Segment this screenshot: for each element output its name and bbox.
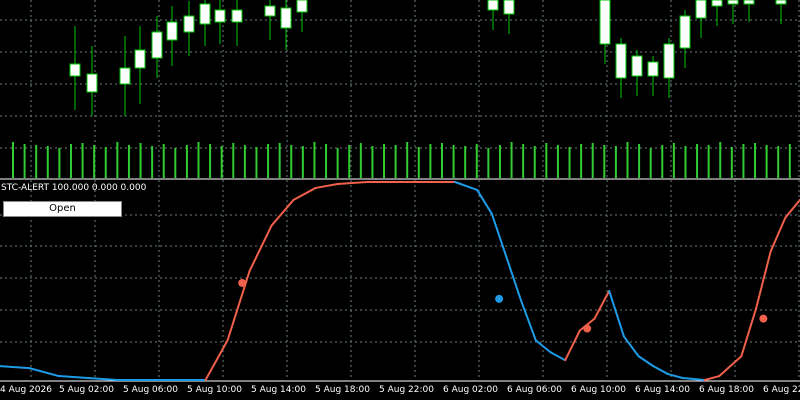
candle-body — [487, 0, 499, 11]
stc-line-segment — [784, 198, 800, 219]
candle-body — [711, 0, 723, 7]
time-axis-label: 5 Aug 10:00 — [187, 385, 242, 395]
candle-body — [296, 0, 308, 13]
stc-line-segment — [57, 375, 90, 380]
indicator-label: STC-ALERT 100.000 0.000 0.000 — [1, 183, 147, 193]
stc-line-segment — [740, 307, 758, 358]
candle-body — [647, 61, 659, 77]
stc-line-segment — [564, 329, 581, 362]
candle-body — [695, 0, 707, 19]
candle-body — [775, 0, 787, 5]
candle-body — [199, 3, 211, 25]
candle-body — [86, 73, 98, 93]
candle-body — [503, 0, 515, 15]
signal-marker — [495, 294, 504, 303]
time-axis-label: 5 Aug 02:00 — [59, 385, 114, 395]
stc-line-segment — [520, 299, 537, 342]
stc-line-segment — [637, 355, 655, 368]
time-axis-label: 5 Aug 22:00 — [379, 385, 434, 395]
stc-line-segment — [87, 377, 119, 381]
stc-line-segment — [593, 289, 611, 320]
candle-body — [214, 9, 226, 23]
stc-line-segment — [666, 373, 684, 380]
time-axis-label: 4 Aug 2026 — [0, 385, 52, 395]
time-axis-label: 6 Aug 06:00 — [507, 385, 562, 395]
stc-line-segment — [292, 186, 317, 201]
time-axis-label: 6 Aug 14:00 — [635, 385, 690, 395]
stc-line-segment — [755, 250, 772, 310]
stc-line-segment — [769, 216, 787, 253]
signal-marker — [238, 278, 247, 287]
candle-body — [663, 43, 675, 79]
stc-line-segment — [608, 289, 625, 338]
stc-line-segment — [248, 224, 273, 273]
candle-body — [151, 31, 163, 59]
stc-line-segment — [549, 351, 567, 362]
time-axis-label: 6 Aug 18:00 — [699, 385, 754, 395]
open-button[interactable]: Open — [3, 201, 122, 217]
chart-window[interactable]: STC-ALERT 100.000 0.000 0.000 Open 4 Aug… — [0, 0, 800, 400]
candle-body — [599, 0, 611, 45]
stc-line-segment — [270, 198, 295, 227]
stc-line-segment — [336, 181, 368, 185]
candle-body — [743, 0, 755, 5]
stc-line-segment — [454, 181, 479, 191]
candle-body — [679, 15, 691, 49]
stc-line-segment — [490, 212, 508, 259]
candle-body — [119, 67, 131, 85]
stc-line-segment — [718, 355, 743, 378]
time-axis-label: 5 Aug 06:00 — [123, 385, 178, 395]
stc-line-segment — [28, 367, 60, 378]
candle-body — [166, 21, 178, 41]
candle-body — [134, 49, 146, 69]
candle-body — [69, 63, 81, 77]
time-axis: 4 Aug 2026 5 Aug 02:00 5 Aug 06:00 5 Aug 10… — [0, 381, 800, 400]
time-axis-label: 6 Aug 02:00 — [443, 385, 498, 395]
candle-body — [231, 9, 243, 23]
chart-canvas[interactable] — [0, 0, 800, 400]
stc-line-segment — [703, 375, 721, 381]
stc-line-segment — [314, 182, 339, 189]
candle-body — [280, 7, 292, 29]
time-axis-label: 5 Aug 18:00 — [315, 385, 370, 395]
stc-line-segment — [681, 377, 706, 381]
signal-marker — [759, 314, 768, 323]
candle-body — [183, 15, 195, 33]
stc-line-segment — [204, 339, 229, 381]
stc-line-segment — [622, 335, 640, 358]
candle-body — [631, 55, 643, 77]
candle-body — [264, 5, 276, 17]
time-axis-label: 5 Aug 14:00 — [251, 385, 306, 395]
stc-line-segment — [505, 256, 523, 302]
time-axis-label: 6 Aug 22:00 — [763, 385, 800, 395]
stc-line-segment — [0, 365, 31, 370]
stc-line-segment — [652, 365, 669, 376]
candle-body — [615, 43, 627, 79]
candle-body — [727, 0, 739, 5]
time-axis-label: 6 Aug 10:00 — [571, 385, 626, 395]
signal-marker — [583, 324, 592, 333]
